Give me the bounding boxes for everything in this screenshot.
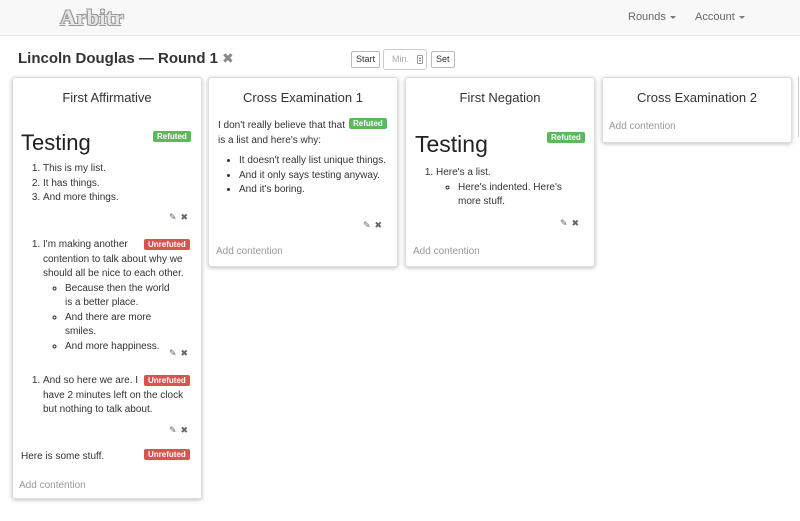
edit-icon[interactable]: ✎ bbox=[560, 218, 568, 228]
contention-actions: ✎ ✖ bbox=[359, 220, 382, 231]
list-item: Here's indented. Here's more stuff. bbox=[458, 181, 581, 210]
column-title: Cross Examination 1 bbox=[243, 90, 363, 105]
list-item-text: Here's a list. bbox=[436, 167, 491, 178]
minutes-input[interactable]: Min. bbox=[383, 49, 427, 70]
status-badge[interactable]: Refuted bbox=[349, 118, 387, 129]
caret-down-icon bbox=[669, 15, 676, 19]
contention-actions: ✎ ✖ bbox=[165, 348, 188, 359]
navbar: Arbitr Rounds Account bbox=[0, 0, 800, 36]
contention-text: Here is some stuff. bbox=[21, 451, 105, 462]
delete-icon[interactable]: ✖ bbox=[375, 220, 383, 230]
start-button[interactable]: Start bbox=[351, 51, 381, 68]
contention-text-start: And so here we are. I bbox=[43, 375, 139, 386]
list-item: And more happiness. bbox=[65, 340, 173, 355]
edit-icon[interactable]: ✎ bbox=[169, 425, 177, 435]
contention-actions: ✎ ✖ bbox=[165, 425, 188, 436]
contention-text-rest: contention to talk about why we should a… bbox=[43, 253, 184, 280]
contention-list: It doesn't really list unique things. An… bbox=[217, 154, 393, 198]
column-cross-examination-2: Cross Examination 2 Add contention bbox=[602, 77, 792, 143]
brand-logo[interactable]: Arbitr bbox=[60, 5, 124, 31]
list-item: And it only says testing anyway. bbox=[239, 169, 393, 184]
status-badge[interactable]: Unrefuted bbox=[144, 449, 190, 460]
contention-list: And so here we are. I have 2 minutes lef… bbox=[21, 374, 197, 418]
rounds-menu-label: Rounds bbox=[628, 11, 666, 23]
sub-list: Because then the world is a better place… bbox=[43, 282, 173, 355]
contention-actions: ✎ ✖ bbox=[165, 212, 188, 223]
column-first-affirmative: First Affirmative Refuted Testing This i… bbox=[12, 77, 202, 499]
delete-icon[interactable]: ✖ bbox=[181, 212, 189, 222]
column-cross-examination-1: Cross Examination 1 Refuted I don't real… bbox=[208, 77, 398, 267]
spinner-icon[interactable] bbox=[417, 55, 423, 64]
status-badge[interactable]: Refuted bbox=[547, 132, 585, 143]
add-contention-link[interactable]: Add contention bbox=[609, 121, 676, 132]
list-item: I'm making another contention to talk ab… bbox=[43, 238, 197, 354]
list-item: Because then the world is a better place… bbox=[65, 282, 173, 311]
list-item: This is my list. bbox=[43, 162, 196, 177]
contention-text-rest: have 2 minutes left on the clock but not… bbox=[43, 389, 184, 416]
close-round-icon[interactable]: ✖ bbox=[222, 50, 234, 66]
rounds-menu[interactable]: Rounds bbox=[628, 11, 676, 23]
contention-heading: Testing bbox=[415, 131, 488, 157]
status-badge[interactable]: Refuted bbox=[153, 131, 191, 142]
list-item: And there are more smiles. bbox=[65, 311, 173, 340]
contention-heading: Testing bbox=[21, 130, 91, 155]
list-item: It has things. bbox=[43, 177, 196, 192]
list-item: And it's boring. bbox=[239, 183, 393, 198]
contention-text: I don't really believe that that is a li… bbox=[218, 120, 345, 146]
contention-text-start: I'm making another bbox=[43, 239, 128, 250]
delete-icon[interactable]: ✖ bbox=[181, 425, 189, 435]
list-item: Here's a list. Here's indented. Here's m… bbox=[436, 166, 590, 210]
caret-down-icon bbox=[738, 15, 745, 19]
add-contention-link[interactable]: Add contention bbox=[413, 246, 480, 257]
contention-list: I'm making another contention to talk ab… bbox=[21, 238, 197, 354]
account-menu[interactable]: Account bbox=[695, 11, 745, 23]
delete-icon[interactable]: ✖ bbox=[181, 348, 189, 358]
account-menu-label: Account bbox=[695, 11, 735, 23]
sub-list: Here's indented. Here's more stuff. bbox=[436, 181, 581, 210]
contention-actions: ✎ ✖ bbox=[556, 218, 579, 229]
edit-icon[interactable]: ✎ bbox=[169, 348, 177, 358]
edit-icon[interactable]: ✎ bbox=[169, 212, 177, 222]
list-item: It doesn't really list unique things. bbox=[239, 154, 393, 169]
page-title: Lincoln Douglas — Round 1 ✖ bbox=[18, 50, 234, 67]
add-contention-link[interactable]: Add contention bbox=[19, 480, 86, 491]
delete-icon[interactable]: ✖ bbox=[572, 218, 580, 228]
minutes-placeholder: Min. bbox=[392, 54, 410, 64]
add-contention-link[interactable]: Add contention bbox=[216, 246, 283, 257]
list-item: And so here we are. I have 2 minutes lef… bbox=[43, 374, 197, 418]
edit-icon[interactable]: ✎ bbox=[363, 220, 371, 230]
column-title: Cross Examination 2 bbox=[637, 90, 757, 105]
list-item: And more things. bbox=[43, 191, 196, 206]
column-title: First Negation bbox=[459, 90, 541, 105]
column-title: First Affirmative bbox=[62, 90, 152, 105]
column-first-negation: First Negation Refuted Testing Here's a … bbox=[405, 77, 595, 267]
page-title-text: Lincoln Douglas — Round 1 bbox=[18, 50, 218, 67]
contention-list: Here's a list. Here's indented. Here's m… bbox=[414, 166, 590, 210]
set-button[interactable]: Set bbox=[431, 51, 455, 68]
contention-list: This is my list. It has things. And more… bbox=[21, 162, 196, 206]
